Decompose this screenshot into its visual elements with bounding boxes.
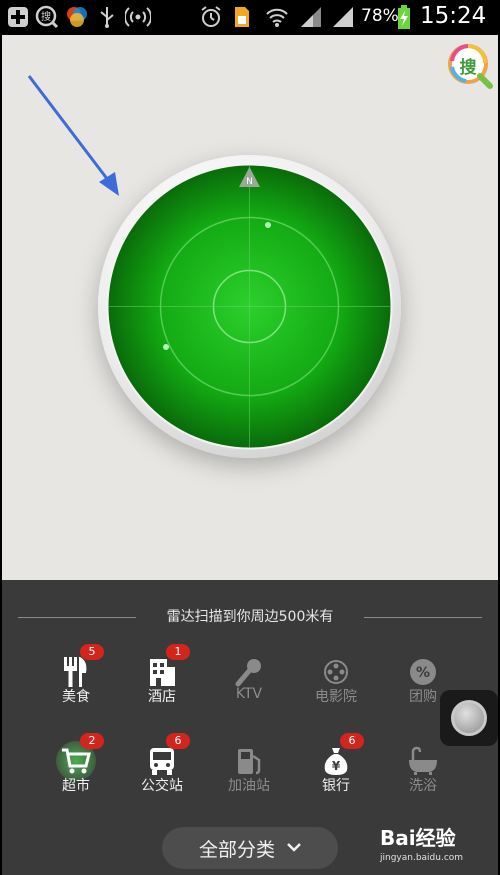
signal-icon — [330, 5, 356, 29]
category-supermarket[interactable]: 2 超市 — [36, 733, 116, 821]
category-bus-stop[interactable]: 6 公交站 — [122, 733, 202, 821]
category-ktv[interactable]: KTV — [209, 652, 289, 732]
category-bank[interactable]: ¥ 6 银行 — [296, 733, 376, 821]
watermark-url: jingyan.baidu.com — [380, 853, 464, 863]
category-label: KTV — [235, 686, 263, 702]
radar-scope: N — [106, 163, 393, 450]
svg-text:搜: 搜 — [41, 10, 51, 23]
category-food[interactable]: 5 美食 — [36, 644, 116, 732]
panel-header: 雷达扫描到你周边500米有 — [18, 606, 482, 628]
category-bath[interactable]: 洗浴 — [383, 741, 463, 821]
search-circle-icon: 搜 — [34, 5, 60, 29]
compass-label: N — [246, 177, 253, 187]
category-label: 加油站 — [228, 778, 270, 794]
signal-icon — [298, 5, 324, 29]
category-label: 酒店 — [148, 689, 176, 705]
search-button-label: 搜 — [459, 58, 477, 78]
all-categories-label: 全部分类 — [198, 838, 275, 861]
sim-card-icon — [231, 5, 253, 29]
category-label: 银行 — [322, 778, 350, 794]
watermark-brand: Bai经验 — [380, 826, 456, 850]
battery-percent: 78% — [361, 6, 399, 26]
category-label: 公交站 — [141, 778, 183, 794]
category-label: 超市 — [62, 778, 90, 794]
count-badge: 6 — [166, 733, 190, 749]
category-label: 美食 — [62, 689, 90, 705]
category-gas-station[interactable]: 加油站 — [209, 741, 289, 821]
svg-text:%: % — [416, 665, 430, 681]
plus-icon — [6, 5, 30, 29]
clock-time: 15:24 — [420, 3, 487, 29]
wifi-hotspot-icon — [124, 5, 152, 29]
search-button[interactable]: 搜 — [447, 43, 493, 89]
category-hotel[interactable]: 1 酒店 — [122, 644, 202, 732]
category-label: 电影院 — [315, 689, 357, 705]
count-badge: 5 — [80, 644, 104, 660]
assistive-touch-icon — [451, 700, 487, 736]
status-bar: 搜 78% 15:24 — [0, 0, 500, 35]
alarm-clock-icon — [198, 5, 224, 29]
category-cinema[interactable]: 电影院 — [296, 652, 376, 732]
watermark: Bai经验 jingyan.baidu.com — [380, 822, 492, 872]
assistive-touch-button[interactable] — [440, 690, 498, 746]
color-wheel-icon — [64, 5, 90, 29]
svg-text:¥: ¥ — [332, 759, 341, 773]
battery-charging-icon — [396, 5, 412, 29]
wifi-icon — [264, 5, 290, 29]
count-badge: 2 — [80, 733, 104, 749]
radar-blip — [163, 344, 169, 350]
count-badge: 1 — [166, 644, 190, 660]
count-badge: 6 — [340, 733, 364, 749]
all-categories-button[interactable]: 全部分类 — [162, 827, 338, 869]
usb-icon — [95, 5, 119, 29]
chevron-down-icon — [287, 840, 301, 856]
category-label: 洗浴 — [409, 778, 437, 794]
radar-blip — [265, 222, 271, 228]
